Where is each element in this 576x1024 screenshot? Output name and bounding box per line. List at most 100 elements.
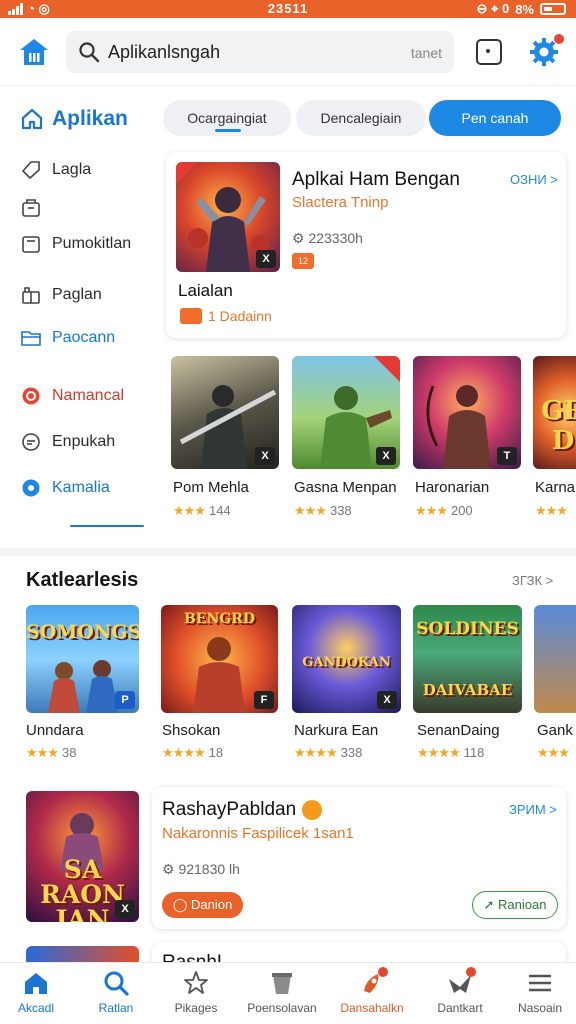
button-label: Ranioan [498, 897, 547, 912]
game-thumbnail-1[interactable]: X [171, 356, 279, 469]
nav-ratlan[interactable]: Ratlan [80, 969, 152, 1015]
rating-badge: X [115, 900, 135, 918]
chat-icon: ◯ [172, 897, 191, 912]
bottom-nav: Akcadl Ratlan Pikages Poensolavan Dansah… [0, 962, 576, 1024]
nav-dansahalkn[interactable]: Dansahalkn [336, 967, 408, 1015]
game-rating-1: ★★★ 144 [173, 503, 231, 519]
featured-badge-label: 1 Dadainn [208, 308, 272, 324]
rating-badge: F [254, 691, 274, 709]
sidebar-item-paocann[interactable]: Paocann [20, 327, 115, 349]
nav-akcadl[interactable]: Akcadl [0, 969, 72, 1015]
sidebar-item-paglan[interactable]: Paglan [20, 284, 102, 306]
sidebar-scroll-indicator [70, 525, 144, 527]
game-rating-5: ★★★ 38 [26, 745, 76, 761]
rating-value: 144 [208, 503, 231, 518]
game-name-9[interactable]: Gank [537, 722, 573, 739]
nav-label: Dantkart [437, 1001, 483, 1015]
game-name-5[interactable]: Unndara [26, 722, 84, 739]
game-name-4[interactable]: Karna [535, 479, 575, 496]
game-thumbnail-2[interactable]: X [292, 356, 400, 469]
section-more-link[interactable]: ЗГЗК > [512, 573, 553, 588]
star-icons: ★★★★ [294, 745, 338, 760]
promo-action-button[interactable]: ◯ Danion [162, 892, 243, 918]
game-thumbnail-3[interactable]: T [413, 356, 521, 469]
sidebar-item-label: Enpukah [52, 433, 116, 450]
rating-value: 38 [61, 745, 77, 760]
nav-pikages[interactable]: Pikages [160, 969, 232, 1015]
promo-install-button[interactable]: ➚ Ranioan [472, 891, 558, 919]
store-home-icon[interactable] [18, 36, 50, 68]
rating-value: 18 [208, 745, 224, 760]
bucket-icon [272, 973, 292, 994]
featured-size-value: 223330h [308, 230, 363, 246]
game-rating-9: ★★★ [537, 745, 573, 761]
rating-badge: P [115, 691, 135, 709]
rating-value: 338 [340, 745, 363, 760]
tab-pen-canah[interactable]: Pen canah [429, 100, 561, 136]
tab-ocargaingiat[interactable]: Ocargaingiat [163, 100, 291, 136]
game-name-3[interactable]: Haronarian [415, 479, 489, 496]
game-name-2[interactable]: Gasna Menpan [294, 479, 397, 496]
promo-thumbnail[interactable]: SA RAON JAN X [26, 791, 139, 922]
battery-percent: 8% [515, 1, 534, 17]
location-icon: ⊖ ⌖ 0 [476, 1, 510, 16]
featured-more-link[interactable]: ОЗНИ > [510, 172, 558, 187]
game-name-8[interactable]: SenanDaing [417, 722, 500, 739]
status-bar: ◔ ◎ 23511 ⊖ ⌖ 0 8% [0, 0, 576, 18]
game-name-6[interactable]: Shsokan [162, 722, 220, 739]
section-title: Katlearlesis [26, 569, 139, 591]
settings-button[interactable] [528, 34, 564, 68]
sidebar-header[interactable]: Aplikan [20, 107, 128, 131]
app-screen: ◔ ◎ 23511 ⊖ ⌖ 0 8% Aplikanlsngah tanet A… [0, 0, 576, 1024]
game-art-subtitle: DAIVABAE [422, 681, 513, 699]
sidebar-item-label: Namancal [52, 387, 125, 404]
sidebar-item-enpukah[interactable]: Enpukah [20, 431, 115, 453]
search-input[interactable]: Aplikanlsngah [108, 42, 220, 63]
scan-icon[interactable] [476, 39, 502, 65]
featured-app-thumbnail[interactable]: X [176, 162, 280, 272]
promo-size: ⚙ 921830 lh [162, 861, 240, 878]
corner-ribbon [176, 162, 198, 184]
search-bar[interactable]: Aplikanlsngah tanet [66, 31, 454, 73]
game-rating-2: ★★★ 338 [294, 503, 352, 519]
game-thumbnail-8[interactable]: SOLDINES DAIVABAE [413, 605, 522, 713]
game-thumbnail-9[interactable] [534, 605, 576, 713]
download-icon: ⚙ [292, 230, 309, 246]
game-rating-8: ★★★★ 118 [417, 745, 484, 761]
featured-badge: 1 Dadainn [180, 308, 272, 324]
promo-more-link[interactable]: ЗРИМ > [509, 802, 557, 817]
rating-badge: X [255, 447, 275, 465]
battery-icon [540, 3, 566, 15]
featured-app-title: Aplkai Ham Bengan [292, 169, 460, 190]
nav-poensolavan[interactable]: Poensolavan [246, 969, 318, 1015]
game-art-title: GR D [541, 396, 576, 456]
promo-title-row: RashayPabldan [162, 799, 323, 821]
promo-card[interactable]: RashayPabldan Nakaronnis Faspilicek 1san… [152, 787, 566, 929]
search-icon [79, 42, 100, 63]
sidebar-item-pumokitlan[interactable]: Pumokitlan [20, 233, 131, 255]
nav-nasoain[interactable]: Nasoain [504, 969, 576, 1015]
update-icon [22, 387, 40, 405]
featured-app-label: Laialan [178, 281, 233, 300]
featured-app-card[interactable]: X Aplkai Ham Bengan Slactera Tninp ОЗНИ … [166, 152, 566, 338]
verified-icon [302, 800, 323, 820]
sidebar-item-bag[interactable] [20, 197, 52, 219]
game-thumbnail-5[interactable]: SOMONGS P [26, 605, 139, 713]
sidebar-item-label: Kamalia [52, 479, 110, 496]
account-icon [22, 479, 40, 497]
game-thumbnail-7[interactable]: GANDOKAN X [292, 605, 401, 713]
sidebar-item-lagla[interactable]: Lagla [20, 159, 91, 181]
game-art-title: GANDOKAN [302, 655, 391, 670]
nav-dantkart[interactable]: Dantkart [424, 967, 496, 1015]
game-name-1[interactable]: Pom Mehla [173, 479, 249, 496]
game-thumbnail-6[interactable]: BENGRD F [161, 605, 278, 713]
game-name-7[interactable]: Narkura Ean [294, 722, 378, 739]
sidebar-header-label: Aplikan [52, 107, 128, 130]
sidebar-item-namancal[interactable]: Namancal [20, 385, 124, 407]
sidebar-item-kamalia[interactable]: Kamalia [20, 477, 110, 499]
tab-dencalegiain[interactable]: Dencalegiain [296, 100, 426, 136]
search-icon [104, 971, 129, 996]
game-thumbnail-4[interactable]: GR D [533, 356, 576, 469]
notification-dot [378, 967, 388, 977]
tab-label: Ocargaingiat [187, 110, 267, 126]
